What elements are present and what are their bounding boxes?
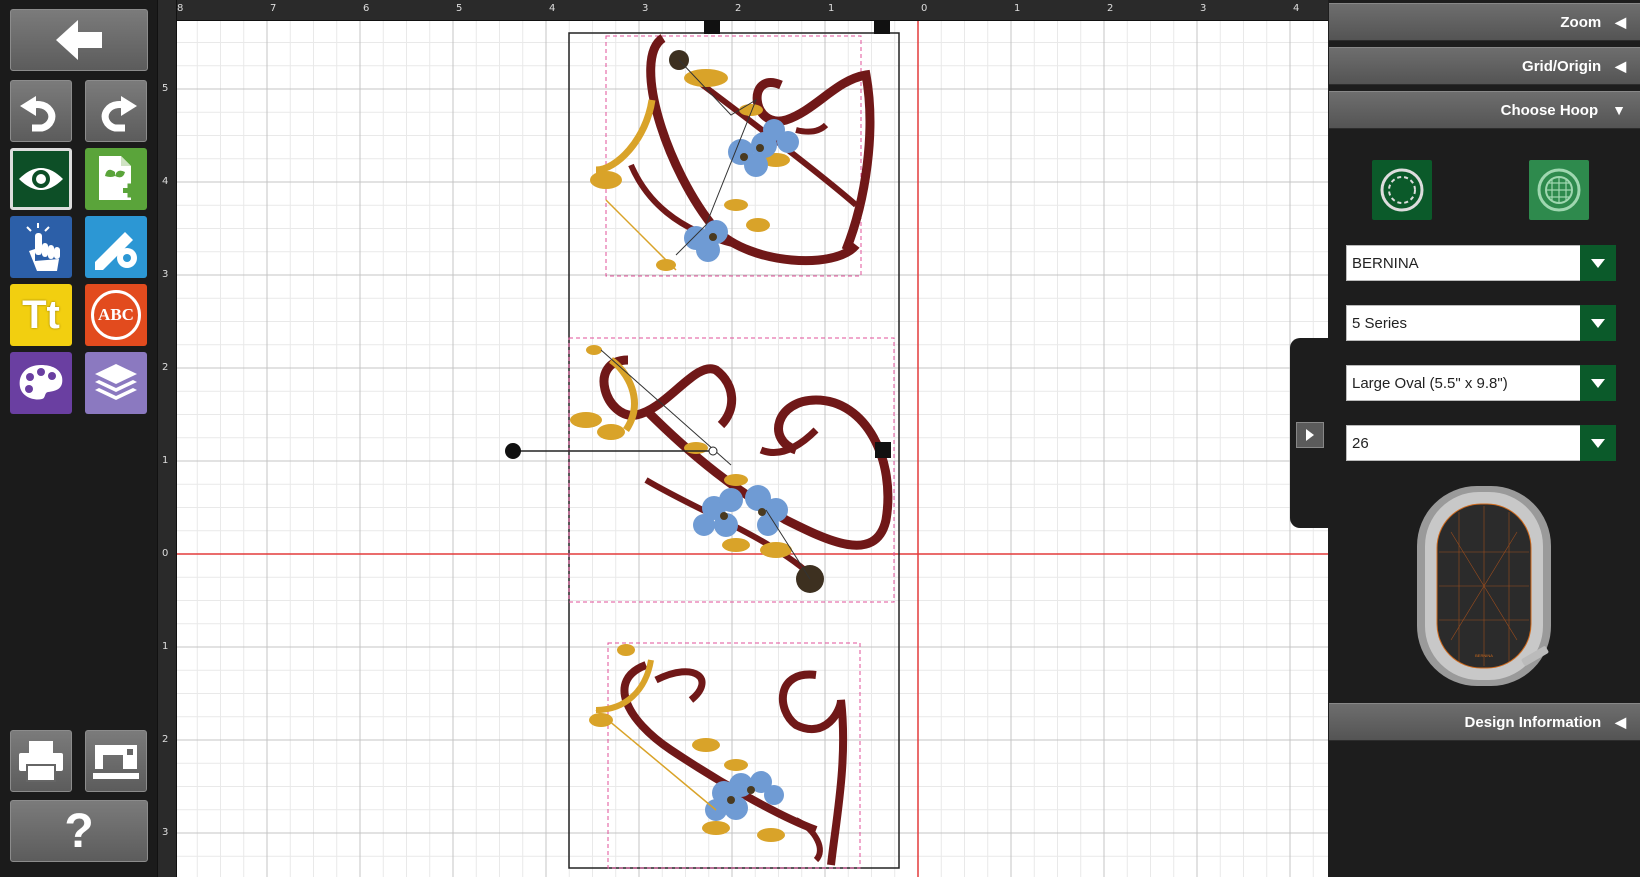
hoop-grid-icon — [1537, 168, 1581, 212]
resize-handle-top-middle[interactable] — [704, 20, 720, 34]
ruler-top-label: 4 — [549, 3, 556, 14]
eye-icon — [19, 168, 63, 190]
ruler-top-label: 3 — [642, 3, 649, 14]
right-panel: Zoom ◀ Grid/Origin ◀ Choose Hoop ▼ BERNI… — [1329, 0, 1640, 877]
chevron-right-icon — [1306, 429, 1314, 441]
design-center-marker — [708, 446, 718, 456]
left-toolbar: Tt ABC ? — [0, 0, 158, 877]
ruler-top-label: 6 — [363, 3, 370, 14]
ruler-left-label: 3 — [162, 269, 169, 280]
ruler-top-label: 1 — [828, 3, 835, 14]
text-button[interactable]: Tt — [10, 284, 72, 346]
grid-origin-header-label: Grid/Origin — [1522, 57, 1602, 75]
chevron-down-icon[interactable] — [1580, 365, 1616, 401]
ruler-left-label: 1 — [162, 455, 169, 466]
series-select-value: 5 Series — [1352, 314, 1408, 332]
choose-hoop-header-label: Choose Hoop — [1500, 101, 1599, 119]
design-information-header-label: Design Information — [1464, 713, 1602, 731]
undo-button[interactable] — [10, 80, 72, 142]
ruler-left-label: 0 — [162, 548, 169, 559]
add-file-icon — [99, 156, 137, 200]
ruler-top-label: 5 — [456, 3, 463, 14]
canvas-grid[interactable] — [176, 20, 1328, 877]
hoop-select-value: Large Oval (5.5" x 9.8") — [1352, 374, 1508, 392]
hand-pointer-icon — [26, 223, 60, 271]
ruler-left-label: 2 — [162, 362, 169, 373]
sewing-machine-button[interactable] — [85, 730, 147, 792]
ruler-left: 5 4 3 2 1 0 1 2 3 — [158, 0, 177, 877]
rotation-handle[interactable] — [505, 443, 521, 459]
design-canvas[interactable]: 8 7 6 5 4 3 2 1 0 1 2 3 4 5 4 3 2 1 0 1 2 3 — [158, 0, 1328, 877]
brand-select[interactable]: BERNINA — [1346, 245, 1616, 281]
add-design-button[interactable] — [85, 148, 147, 210]
ruler-top: 8 7 6 5 4 3 2 1 0 1 2 3 4 — [158, 0, 1328, 21]
ruler-top-label: 8 — [177, 3, 184, 14]
printer-icon — [19, 741, 63, 782]
ruler-left-label: 1 — [162, 641, 169, 652]
chevron-down-icon[interactable] — [1580, 305, 1616, 341]
ruler-top-label: 7 — [270, 3, 277, 14]
ruler-left-label: 3 — [162, 827, 169, 838]
ruler-top-label: 2 — [735, 3, 742, 14]
chevron-down-icon: ▼ — [1612, 102, 1626, 118]
help-icon: ? — [64, 804, 94, 858]
hoop-outline-button[interactable] — [1372, 160, 1432, 220]
brand-select-value: BERNINA — [1352, 254, 1419, 272]
hoop-grid-button[interactable] — [1529, 160, 1589, 220]
back-button[interactable] — [10, 9, 148, 71]
design-information-header[interactable]: Design Information ◀ — [1329, 703, 1640, 741]
edit-design-button[interactable] — [85, 216, 147, 278]
series-select[interactable]: 5 Series — [1346, 305, 1616, 341]
layers-button[interactable] — [85, 352, 147, 414]
monogram-button[interactable]: ABC — [85, 284, 147, 346]
hoop-preview-logo: BERNINA — [1475, 653, 1493, 658]
panel-collapse-button[interactable] — [1296, 422, 1324, 448]
ruler-top-label: 0 — [921, 3, 928, 14]
text-icon: Tt — [22, 292, 60, 337]
help-button[interactable]: ? — [10, 800, 148, 862]
hoop-number-select-value: 26 — [1352, 434, 1369, 452]
undo-icon — [20, 96, 56, 132]
chevron-down-icon[interactable] — [1580, 425, 1616, 461]
monogram-icon: ABC — [91, 290, 141, 340]
ruler-left-label: 5 — [162, 83, 169, 94]
hoop-select[interactable]: Large Oval (5.5" x 9.8") — [1346, 365, 1616, 401]
chevron-left-icon: ◀ — [1615, 713, 1626, 730]
chevron-down-icon[interactable] — [1580, 245, 1616, 281]
hoop-preview: BERNINA — [1417, 486, 1551, 686]
embroidery-design-top[interactable] — [590, 34, 875, 271]
resize-handle-middle-right[interactable] — [875, 442, 891, 458]
zoom-header-label: Zoom — [1560, 13, 1602, 31]
palette-icon — [19, 365, 63, 400]
sewing-machine-icon — [93, 745, 139, 779]
grid-origin-header[interactable]: Grid/Origin ◀ — [1329, 47, 1640, 85]
ruler-top-label: 4 — [1293, 3, 1300, 14]
hoop-number-select[interactable]: 26 — [1346, 425, 1616, 461]
monogram-label: ABC — [98, 305, 134, 324]
chevron-left-icon: ◀ — [1615, 13, 1626, 30]
resize-handle-top-right[interactable] — [874, 20, 890, 34]
embroidery-design-bottom[interactable] — [589, 644, 848, 866]
view-button[interactable] — [10, 148, 72, 210]
select-button[interactable] — [10, 216, 72, 278]
redo-icon — [101, 96, 137, 132]
color-button[interactable] — [10, 352, 72, 414]
ruler-top-label: 2 — [1107, 3, 1114, 14]
choose-hoop-header[interactable]: Choose Hoop ▼ — [1329, 91, 1640, 129]
ruler-left-label: 4 — [162, 176, 169, 187]
print-button[interactable] — [10, 730, 72, 792]
layers-icon — [95, 364, 137, 400]
edit-gear-icon — [95, 232, 137, 270]
ruler-left-label: 2 — [162, 734, 169, 745]
redo-button[interactable] — [85, 80, 147, 142]
back-arrow-icon — [56, 20, 102, 60]
ruler-top-label: 1 — [1014, 3, 1021, 14]
panel-collapse-tab — [1290, 338, 1330, 528]
chevron-left-icon: ◀ — [1615, 57, 1626, 74]
embroidery-design-middle[interactable] — [570, 345, 893, 593]
zoom-header[interactable]: Zoom ◀ — [1329, 3, 1640, 41]
ruler-top-label: 3 — [1200, 3, 1207, 14]
hoop-outline-icon — [1380, 168, 1424, 212]
